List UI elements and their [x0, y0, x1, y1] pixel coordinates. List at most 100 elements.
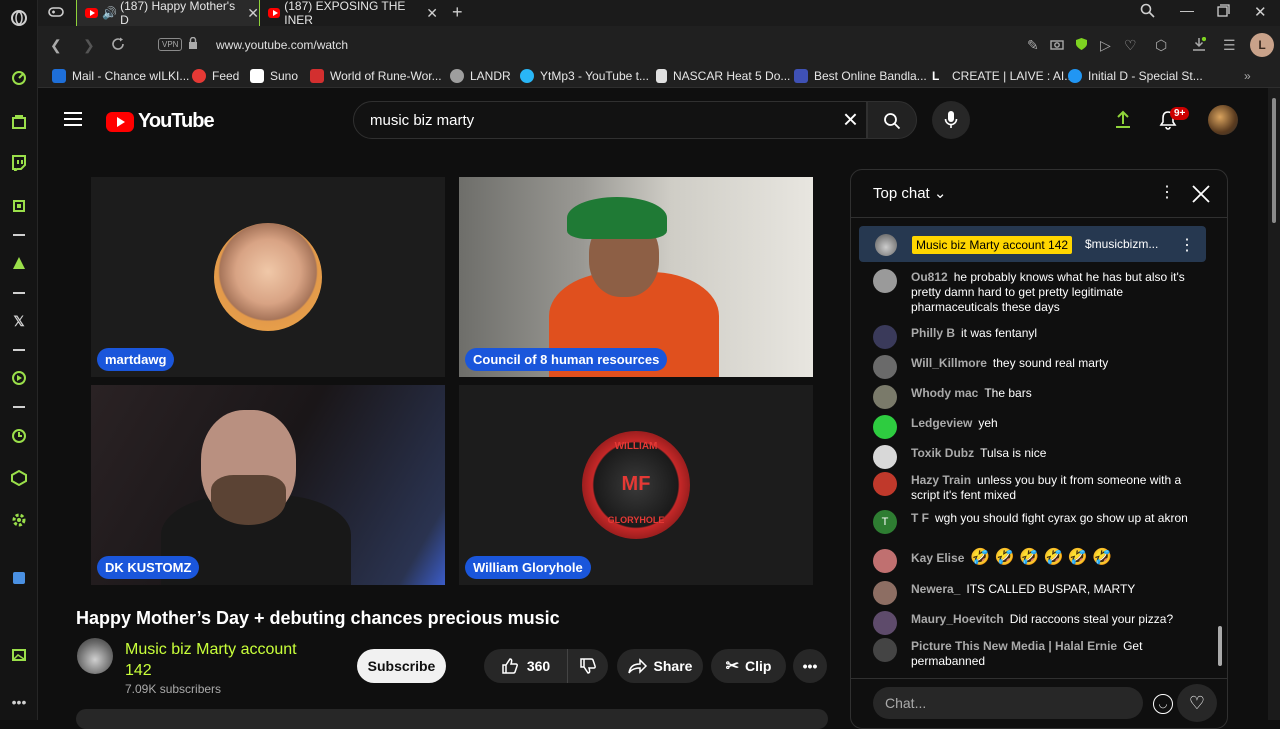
- maximize-button[interactable]: [1217, 4, 1230, 22]
- participant-name: martdawg: [97, 348, 175, 371]
- heart-icon[interactable]: ♡: [1124, 37, 1137, 54]
- close-tab-icon[interactable]: ✕: [426, 5, 438, 22]
- pinned-message[interactable]: Music biz Marty account 142 $musicbizm..…: [859, 226, 1206, 262]
- edit-icon[interactable]: ✎: [1027, 37, 1039, 54]
- chat-mode-selector[interactable]: Top chat ⌄: [873, 184, 946, 202]
- forward-icon[interactable]: ❯: [83, 37, 95, 54]
- account-avatar[interactable]: [1208, 105, 1238, 135]
- video-player[interactable]: martdawg Council of 8 human resources DK…: [91, 177, 813, 585]
- bookmark-item[interactable]: Feed: [192, 69, 239, 83]
- settings-gear-icon[interactable]: [9, 510, 29, 530]
- speaker-icon[interactable]: 🔊: [102, 6, 117, 20]
- player-icon[interactable]: [9, 368, 29, 388]
- more-dots-icon[interactable]: •••: [9, 692, 29, 712]
- profile-avatar[interactable]: L: [1250, 33, 1274, 57]
- tab-happy-mothers-day[interactable]: 🔊 (187) Happy Mother's D ✕: [76, 0, 260, 27]
- x-twitter-icon[interactable]: 𝕏: [9, 311, 29, 331]
- history-icon[interactable]: [9, 426, 29, 446]
- channel-name[interactable]: Music biz Marty account 142: [125, 639, 325, 681]
- bookmark-item[interactable]: LANDR: [450, 69, 511, 83]
- new-tab-button[interactable]: +: [452, 2, 463, 23]
- description-box[interactable]: [76, 709, 828, 729]
- url-field[interactable]: www.youtube.com/watch: [216, 38, 348, 52]
- youtube-favicon-icon: [268, 8, 281, 18]
- gamepad-icon[interactable]: [48, 5, 64, 22]
- more-horizontal-icon: •••: [802, 658, 818, 674]
- chat-author-avatar: [873, 581, 897, 605]
- lock-icon[interactable]: [188, 36, 198, 53]
- bookmark-item[interactable]: Mail - Chance wILKI...: [52, 69, 189, 83]
- send-icon[interactable]: ▷: [1100, 37, 1111, 54]
- page-scrollbar[interactable]: [1268, 88, 1280, 720]
- adblock-shield-icon[interactable]: [1075, 37, 1088, 54]
- more-actions-button[interactable]: •••: [793, 649, 827, 683]
- bookmark-item[interactable]: Initial D - Special St...: [1068, 69, 1203, 83]
- chat-text: he probably knows what he has but also i…: [911, 270, 1185, 314]
- chat-author-avatar: [873, 385, 897, 409]
- search-input[interactable]: music biz marty ×: [353, 101, 867, 139]
- bookmark-item[interactable]: NASCAR Heat 5 Do...: [656, 69, 790, 83]
- youtube-favicon-icon: [85, 8, 99, 18]
- youtube-logo[interactable]: YouTube: [106, 110, 215, 133]
- page-scroll-thumb[interactable]: [1272, 98, 1276, 223]
- close-chat-icon[interactable]: [1192, 185, 1210, 203]
- heart-reaction-icon[interactable]: ♡: [1177, 684, 1217, 722]
- menu-icon[interactable]: [64, 112, 82, 130]
- chip-icon[interactable]: [9, 196, 29, 216]
- upload-icon[interactable]: [1115, 110, 1131, 133]
- participant-tile: Council of 8 human resources: [459, 177, 813, 377]
- back-icon[interactable]: ❮: [50, 37, 62, 54]
- bookmark-item[interactable]: Best Online Bandla...: [794, 69, 927, 83]
- twitch-icon[interactable]: [9, 153, 29, 173]
- gallery-icon[interactable]: [9, 645, 29, 665]
- clip-label: Clip: [744, 658, 772, 674]
- bookmark-item[interactable]: YtMp3 - YouTube t...: [520, 69, 649, 83]
- like-button[interactable]: 360: [484, 649, 568, 683]
- minimize-button[interactable]: —: [1180, 2, 1194, 18]
- tab-bar: 🔊 (187) Happy Mother's D ✕ (187) EXPOSIN…: [38, 0, 1280, 27]
- chat-input[interactable]: Chat...: [873, 687, 1143, 719]
- vpn-badge[interactable]: VPN: [158, 38, 183, 51]
- opera-logo-icon[interactable]: [9, 8, 29, 28]
- camera-icon[interactable]: [1050, 37, 1064, 53]
- chat-scroll-thumb[interactable]: [1218, 626, 1222, 666]
- emoji-icon[interactable]: ◡: [1153, 694, 1173, 714]
- suno-icon: [250, 69, 264, 83]
- channel-avatar[interactable]: [77, 638, 113, 674]
- clip-button[interactable]: ✂ Clip: [711, 649, 786, 683]
- extensions-cube-icon[interactable]: [9, 468, 29, 488]
- close-tab-icon[interactable]: ✕: [247, 5, 259, 22]
- chat-text: Tulsa is nice: [980, 446, 1047, 460]
- close-window-button[interactable]: ✕: [1254, 3, 1267, 21]
- bookmark-item[interactable]: L CREATE | LAIVE : AI...: [932, 69, 1074, 83]
- cube-icon[interactable]: ⬡: [1155, 37, 1167, 54]
- bookmark-item[interactable]: Suno: [250, 69, 298, 83]
- bucket-hat: [567, 197, 667, 239]
- more-bookmarks-icon[interactable]: »: [1244, 69, 1251, 83]
- subscribe-button[interactable]: Subscribe: [357, 649, 446, 683]
- shopping-bag-icon[interactable]: [9, 111, 29, 131]
- chat-scrollbar[interactable]: [1217, 226, 1223, 674]
- search-value: music biz marty: [370, 112, 475, 129]
- pinned-menu-icon[interactable]: ⋮: [1179, 235, 1195, 255]
- bookmark-item[interactable]: World of Rune-Wor...: [310, 69, 442, 83]
- chat-text: they sound real marty: [992, 356, 1109, 370]
- voice-search-button[interactable]: [932, 101, 970, 139]
- chat-text: wgh you should fight cyrax go show up at…: [935, 511, 1188, 525]
- tab-exposing[interactable]: (187) EXPOSING THE INER ✕: [260, 0, 438, 27]
- chat-text: 🤣 🤣 🤣 🤣 🤣 🤣: [970, 549, 1113, 566]
- share-button[interactable]: Share: [617, 649, 703, 683]
- chat-menu-icon[interactable]: ⋮: [1159, 182, 1175, 202]
- aria-icon[interactable]: [9, 253, 29, 273]
- clear-search-icon[interactable]: ×: [843, 106, 858, 132]
- reload-icon[interactable]: [111, 37, 125, 54]
- search-button[interactable]: [867, 101, 917, 139]
- speed-dial-icon[interactable]: [9, 68, 29, 88]
- dislike-button[interactable]: [568, 649, 608, 683]
- easy-setup-icon[interactable]: ☰: [1223, 37, 1236, 54]
- download-icon[interactable]: [1192, 36, 1207, 54]
- app-tile-icon[interactable]: [9, 568, 29, 588]
- document-icon: [656, 69, 667, 83]
- chat-mode-label: Top chat: [873, 185, 930, 202]
- tab-search-icon[interactable]: [1140, 3, 1155, 22]
